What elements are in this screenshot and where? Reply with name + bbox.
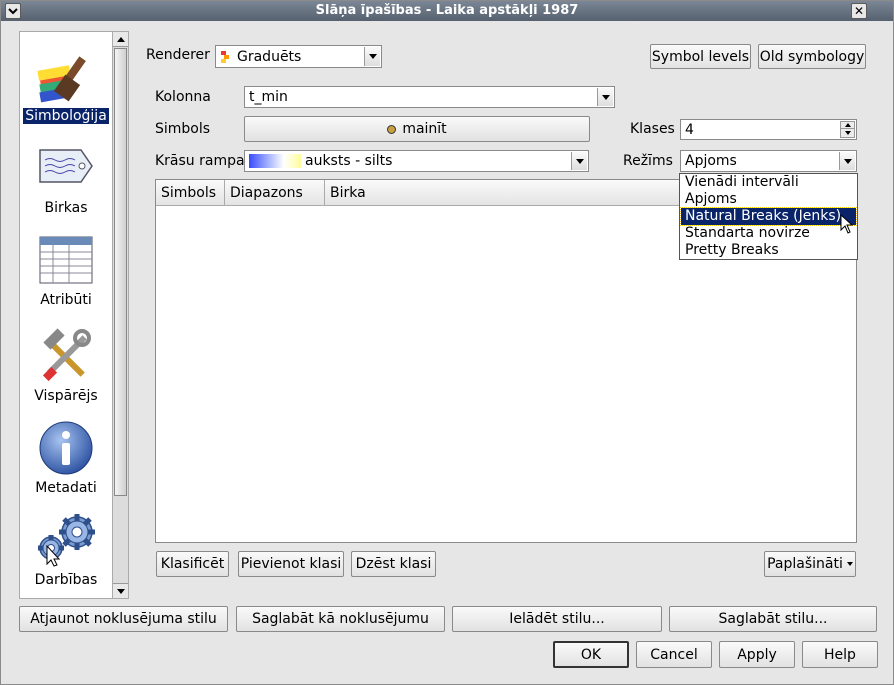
spin-buttons bbox=[840, 121, 855, 138]
gears-icon bbox=[38, 514, 95, 567]
color-ramp-label: Krāsu rampa bbox=[155, 153, 245, 169]
mode-combo[interactable]: Apjoms bbox=[680, 150, 857, 172]
mode-option[interactable]: Pretty Breaks bbox=[681, 242, 856, 259]
dropdown-arrow-icon bbox=[846, 562, 853, 566]
old-symbology-button[interactable]: Old symbology bbox=[758, 44, 866, 69]
sidebar-item-label: Simboloģija bbox=[23, 108, 109, 124]
chevron-down-icon bbox=[843, 158, 852, 164]
mode-dropdown-list: Vienādi intervāli Apjoms Natural Breaks … bbox=[679, 173, 858, 260]
sidebar-item-attributes[interactable]: Atribūti bbox=[20, 236, 112, 308]
cancel-button[interactable]: Cancel bbox=[636, 641, 712, 668]
mode-option[interactable]: Standarta novirze bbox=[681, 225, 856, 242]
table-icon bbox=[39, 236, 93, 284]
column-header-range[interactable]: Diapazons bbox=[225, 180, 325, 206]
sidebar-item-label: Vispārējs bbox=[34, 388, 98, 404]
arrow-down-icon bbox=[844, 131, 851, 135]
close-button[interactable]: ✕ bbox=[851, 3, 867, 19]
change-symbol-button[interactable]: mainīt bbox=[244, 116, 590, 142]
column-label: Kolonna bbox=[155, 89, 211, 105]
apply-button[interactable]: Apply bbox=[719, 641, 795, 668]
spin-up-button[interactable] bbox=[840, 121, 855, 129]
mode-label: Režīms bbox=[623, 153, 673, 169]
color-ramp-combo[interactable]: auksts - silts bbox=[244, 150, 589, 172]
window-menu-button[interactable] bbox=[5, 3, 21, 19]
sidebar-item-metadata[interactable]: Metadati bbox=[20, 420, 112, 496]
sidebar-item-actions[interactable]: Darbības bbox=[20, 512, 112, 588]
column-header-symbol[interactable]: Simbols bbox=[156, 180, 225, 206]
close-icon: ✕ bbox=[853, 4, 865, 18]
sidebar-item-general[interactable]: Vispārējs bbox=[20, 328, 112, 404]
brush-icon bbox=[37, 56, 86, 103]
chevron-down-icon bbox=[601, 94, 610, 100]
delete-class-button[interactable]: Dzēst klasi bbox=[351, 551, 436, 577]
sidebar-item-symbology[interactable]: Simboloģija bbox=[20, 52, 112, 124]
classes-label: Klases bbox=[630, 121, 675, 137]
renderer-combo[interactable]: Graduēts bbox=[215, 45, 382, 68]
column-combo[interactable]: t_min bbox=[244, 86, 615, 108]
add-class-button[interactable]: Pievienot klasi bbox=[238, 551, 344, 577]
help-button[interactable]: Help bbox=[802, 641, 878, 668]
arrow-down-icon bbox=[116, 588, 125, 594]
arrow-up-icon bbox=[844, 123, 851, 127]
classes-spinbox[interactable]: 4 bbox=[680, 119, 857, 140]
advanced-label: Paplašināti bbox=[767, 556, 843, 572]
arrow-up-icon bbox=[116, 36, 125, 42]
spin-down-button[interactable] bbox=[840, 129, 855, 138]
save-style-button[interactable]: Saglabāt stilu... bbox=[669, 606, 877, 632]
classify-button[interactable]: Klasificēt bbox=[156, 551, 229, 577]
sidebar-item-label: Darbības bbox=[34, 572, 98, 588]
chevron-down-icon bbox=[575, 158, 584, 164]
change-symbol-label: mainīt bbox=[402, 121, 447, 137]
mode-option[interactable]: Vienādi intervāli bbox=[681, 174, 856, 191]
sidebar-scrollbar[interactable] bbox=[112, 32, 128, 598]
tools-icon bbox=[42, 328, 91, 382]
point-symbol-icon bbox=[387, 124, 397, 134]
chevron-down-icon bbox=[368, 54, 377, 59]
restore-default-style-button[interactable]: Atjaunot noklusējuma stilu bbox=[19, 606, 228, 632]
advanced-button[interactable]: Paplašināti bbox=[764, 551, 856, 577]
color-ramp-preview bbox=[249, 154, 301, 168]
classes-value: 4 bbox=[685, 121, 694, 138]
title-bar[interactable]: Slāņa īpašības - Laika apstākļi 1987 bbox=[1, 1, 893, 21]
scroll-up-button[interactable] bbox=[113, 32, 128, 47]
chevron-down-icon bbox=[8, 8, 18, 15]
tag-icon bbox=[39, 149, 93, 183]
mode-value: Apjoms bbox=[685, 153, 737, 169]
color-ramp-value: auksts - silts bbox=[305, 153, 393, 169]
sidebar-item-label: Birkas bbox=[44, 200, 88, 216]
column-value: t_min bbox=[249, 89, 288, 105]
sidebar-item-label: Atribūti bbox=[40, 292, 92, 308]
ok-button[interactable]: OK bbox=[553, 641, 629, 668]
mode-option[interactable]: Apjoms bbox=[681, 191, 856, 208]
renderer-label: Renderer bbox=[146, 47, 210, 63]
save-as-default-button[interactable]: Saglabāt kā noklusējumu bbox=[236, 606, 445, 632]
graduated-renderer-icon bbox=[221, 50, 229, 63]
mode-option-highlighted[interactable]: Natural Breaks (Jenks) bbox=[680, 207, 857, 226]
sidebar-item-label: Metadati bbox=[35, 480, 97, 496]
window-title: Slāņa īpašības - Laika apstākļi 1987 bbox=[315, 3, 579, 18]
info-icon bbox=[39, 421, 93, 475]
symbol-levels-button[interactable]: Symbol levels bbox=[650, 44, 751, 69]
layer-properties-dialog: Slāņa īpašības - Laika apstākļi 1987 ✕ S… bbox=[0, 0, 894, 685]
renderer-value: Graduēts bbox=[237, 48, 302, 65]
mouse-cursor-icon bbox=[840, 214, 854, 234]
scroll-down-button[interactable] bbox=[113, 583, 128, 598]
sidebar-item-labels[interactable]: Birkas bbox=[20, 146, 112, 216]
scroll-thumb[interactable] bbox=[114, 48, 127, 496]
load-style-button[interactable]: Ielādēt stilu... bbox=[452, 606, 662, 632]
sidebar: Simboloģija Birkas Atribūti Vispārējs Me… bbox=[19, 31, 129, 599]
symbol-label: Simbols bbox=[155, 121, 211, 137]
